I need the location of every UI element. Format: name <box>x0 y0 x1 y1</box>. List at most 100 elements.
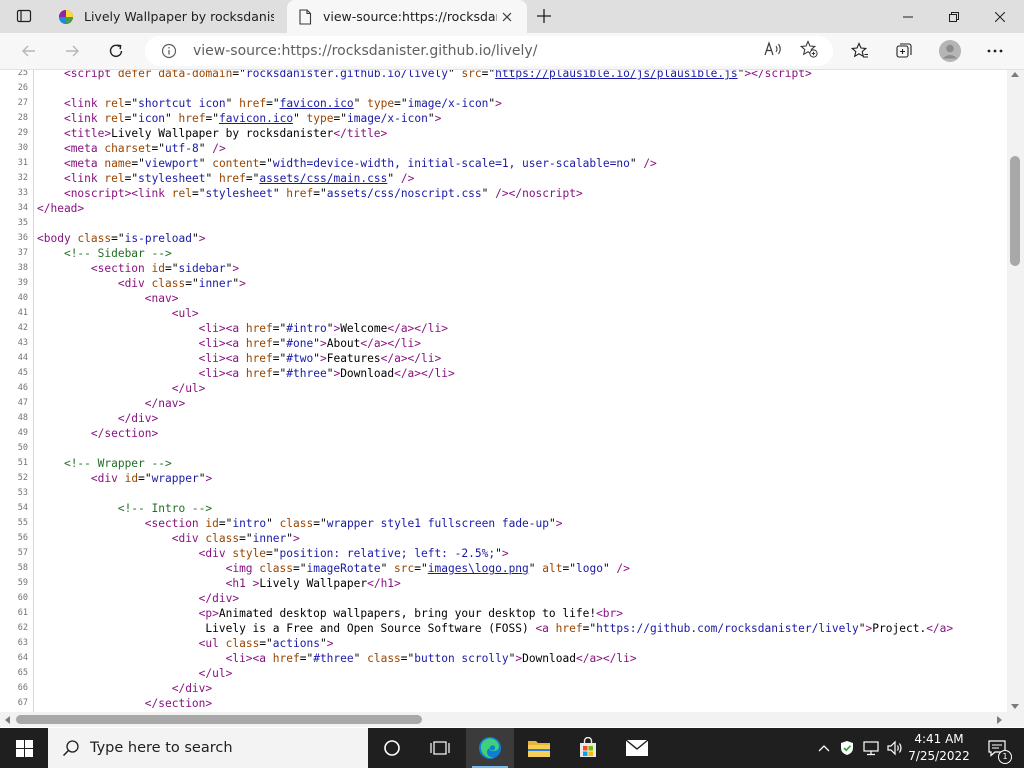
show-hidden-icons-button[interactable] <box>813 728 835 768</box>
restore-button[interactable] <box>931 0 977 33</box>
page-icon <box>297 8 313 25</box>
line-number: 27 <box>17 98 28 108</box>
refresh-button[interactable] <box>101 37 131 65</box>
taskbar-clock[interactable]: 4:41 AM 7/25/2022 <box>905 731 973 765</box>
line-code: <noscript><link rel="stylesheet" href="a… <box>63 187 583 200</box>
source-line: 64 <li><a href="#three" class="button sc… <box>0 651 1007 666</box>
volume-tray-button[interactable] <box>884 728 906 768</box>
source-line: 61 <p>Animated desktop wallpapers, bring… <box>0 606 1007 621</box>
info-icon[interactable] <box>161 43 177 59</box>
store-button[interactable] <box>564 728 612 768</box>
forward-button[interactable] <box>57 37 87 65</box>
line-code: <li><a href="#one">About</a></li> <box>198 337 422 350</box>
line-number: 40 <box>17 293 28 303</box>
windows-logo-icon <box>15 739 33 757</box>
line-number: 67 <box>17 698 28 708</box>
line-number: 55 <box>17 518 28 528</box>
add-favorite-button[interactable] <box>796 37 822 61</box>
back-button[interactable] <box>14 37 44 65</box>
source-line: 58 <img class="imageRotate" src="images\… <box>0 561 1007 576</box>
line-code: <meta name="viewport" content="width=dev… <box>63 157 657 170</box>
line-number: 48 <box>17 413 28 423</box>
source-line: 30 <meta charset="utf-8" /> <box>0 141 1007 156</box>
read-aloud-button[interactable] <box>760 37 786 61</box>
close-window-button[interactable] <box>977 0 1023 33</box>
line-code: <p>Animated desktop wallpapers, bring yo… <box>198 607 624 620</box>
refresh-icon <box>109 44 123 57</box>
network-icon <box>863 741 879 756</box>
minimize-button[interactable] <box>885 0 931 33</box>
source-line: 67 </section> <box>0 696 1007 711</box>
taskbar-search-box[interactable]: Type here to search <box>48 728 368 768</box>
source-line: 51 <!-- Wrapper --> <box>0 456 1007 471</box>
source-line: 55 <section id="intro" class="wrapper st… <box>0 516 1007 531</box>
source-line: 41 <ul> <box>0 306 1007 321</box>
source-line: 36 <body class="is-preload"> <box>0 231 1007 246</box>
profile-button[interactable] <box>935 37 965 65</box>
line-code: <link rel="stylesheet" href="assets/css/… <box>63 172 415 185</box>
close-tab-icon[interactable] <box>497 7 517 27</box>
mail-button[interactable] <box>613 728 661 768</box>
horizontal-scrollbar[interactable] <box>0 712 1007 727</box>
vertical-scrollbar[interactable] <box>1007 70 1024 712</box>
action-center-button[interactable]: 1 <box>977 728 1017 768</box>
source-view[interactable]: 25 <script defer data-domain="rocksdanis… <box>0 70 1007 712</box>
line-number: 39 <box>17 278 28 288</box>
line-number: 26 <box>17 83 28 93</box>
source-line: 29 <title>Lively Wallpaper by rocksdanis… <box>0 126 1007 141</box>
address-bar[interactable]: view-source:https://rocksdanister.github… <box>145 36 833 66</box>
line-code: <link rel="icon" href="favicon.ico" type… <box>63 112 442 125</box>
file-explorer-button[interactable] <box>515 728 563 768</box>
tab-lively-wallpaper[interactable]: Lively Wallpaper by rocksdaniste <box>48 0 284 33</box>
source-link[interactable]: images\logo.png <box>428 562 529 575</box>
folder-icon <box>528 741 550 757</box>
start-button[interactable] <box>0 728 48 768</box>
line-number: 42 <box>17 323 28 333</box>
security-tray-button[interactable] <box>836 728 858 768</box>
tab-actions-button[interactable] <box>8 4 40 28</box>
line-code: <div class="inner"> <box>117 277 246 290</box>
horizontal-scroll-thumb[interactable] <box>16 715 422 724</box>
edge-taskbar-button[interactable] <box>466 728 514 768</box>
address-url[interactable]: view-source:https://rocksdanister.github… <box>193 43 537 59</box>
line-number: 53 <box>17 488 28 498</box>
favorites-button[interactable] <box>845 37 875 65</box>
vertical-scroll-thumb[interactable] <box>1010 156 1020 266</box>
source-line: 53 <box>0 486 1007 501</box>
line-number: 59 <box>17 578 28 588</box>
source-line: 46 </ul> <box>0 381 1007 396</box>
tab-title: Lively Wallpaper by rocksdaniste <box>84 9 274 24</box>
line-code: <!-- Sidebar --> <box>63 247 172 260</box>
source-link[interactable]: favicon.ico <box>280 97 354 110</box>
plus-icon <box>537 9 551 23</box>
cortana-button[interactable] <box>368 728 416 768</box>
network-tray-button[interactable] <box>859 728 883 768</box>
scroll-right-arrow-icon[interactable] <box>997 716 1002 724</box>
source-link[interactable]: favicon.ico <box>219 112 293 125</box>
line-code: <!-- Intro --> <box>117 502 213 515</box>
defender-shield-icon <box>841 741 853 755</box>
scroll-down-arrow-icon[interactable] <box>1011 704 1019 709</box>
line-number: 51 <box>17 458 28 468</box>
line-number: 31 <box>17 158 28 168</box>
source-line: 42 <li><a href="#intro">Welcome</a></li> <box>0 321 1007 336</box>
source-link[interactable]: assets/css/main.css <box>259 172 387 185</box>
line-number: 46 <box>17 383 28 393</box>
source-line: 57 <div style="position: relative; left:… <box>0 546 1007 561</box>
task-view-button[interactable] <box>416 728 464 768</box>
source-line: 52 <div id="wrapper"> <box>0 471 1007 486</box>
line-number: 58 <box>17 563 28 573</box>
forward-arrow-icon <box>66 45 79 57</box>
scroll-up-arrow-icon[interactable] <box>1011 72 1019 77</box>
line-code: <li><a href="#three">Download</a></li> <box>198 367 455 380</box>
scroll-left-arrow-icon[interactable] <box>5 716 10 724</box>
source-link[interactable]: https://plausible.io/js/plausible.js <box>495 70 737 80</box>
line-code: Lively is a Free and Open Source Softwar… <box>37 622 954 635</box>
star-plus-icon <box>800 40 818 58</box>
collections-button[interactable] <box>889 37 919 65</box>
settings-menu-button[interactable] <box>980 37 1010 65</box>
new-tab-button[interactable] <box>531 4 557 28</box>
line-code: </head> <box>37 202 85 215</box>
tab-view-source[interactable]: view-source:https://rocksdaniste <box>287 0 527 33</box>
line-code: <img class="imageRotate" src="images\log… <box>225 562 630 575</box>
